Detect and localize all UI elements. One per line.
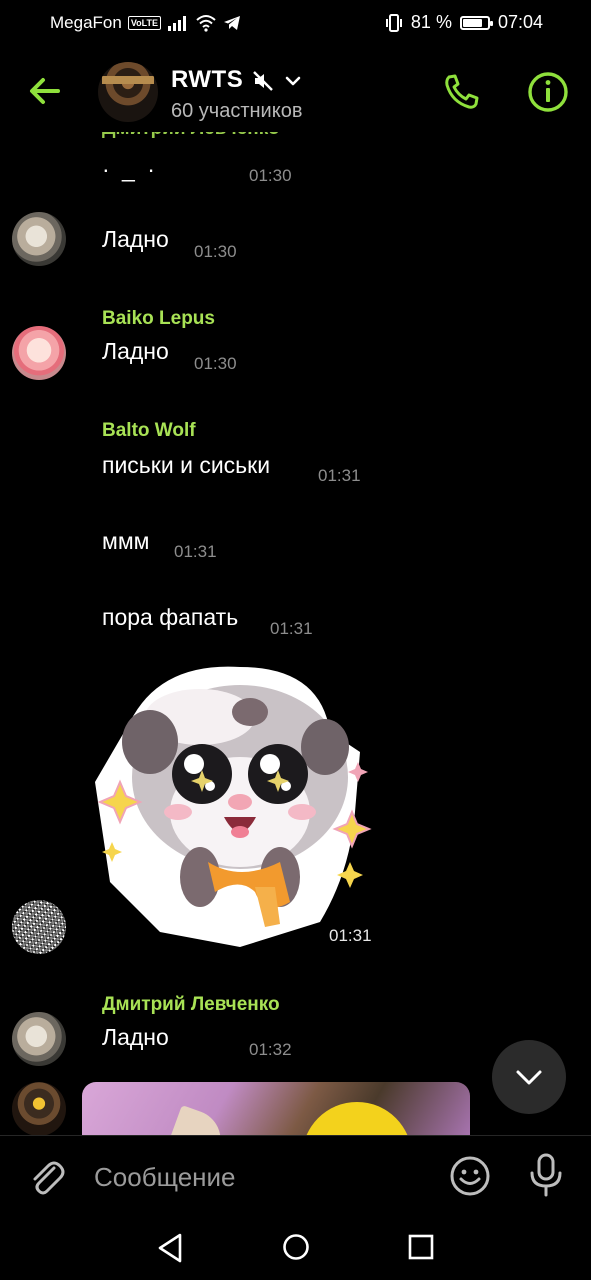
message-text: Ладно (102, 338, 169, 364)
sender-name[interactable]: Дмитрий Левченко (102, 132, 280, 140)
message-time: 01:30 (194, 354, 237, 373)
system-nav-bar (0, 1217, 591, 1280)
avatar[interactable] (12, 1012, 66, 1066)
volte-badge: VoLTE (127, 16, 161, 30)
message-time: 01:30 (194, 242, 237, 261)
message-time: 01:31 (270, 619, 313, 638)
message-time: 01:31 (318, 466, 361, 485)
message-time: 01:32 (249, 1040, 292, 1059)
ferret-sticker[interactable] (90, 662, 380, 952)
message-time: 01:31 (174, 542, 217, 561)
scroll-down-button[interactable] (492, 1040, 566, 1114)
message-time: 01:30 (249, 166, 292, 185)
message-list[interactable]: Дмитрий Левченко · _ · 01:30 Ладно 01:30… (0, 132, 591, 1135)
clock: 07:04 (497, 12, 543, 32)
composer (0, 1135, 591, 1217)
chevron-down-icon (516, 1070, 542, 1085)
avatar[interactable] (12, 1082, 66, 1135)
battery-icon (459, 15, 493, 30)
message-text: письки и сиськи (102, 452, 271, 478)
avatar[interactable] (12, 900, 66, 954)
avatar[interactable] (12, 212, 66, 266)
signal-icon (168, 16, 186, 31)
chat-title[interactable]: RWTS (171, 66, 243, 94)
nav-home-icon[interactable] (282, 1233, 310, 1261)
chevron-down-icon[interactable] (284, 72, 302, 90)
phone-icon[interactable] (440, 70, 484, 114)
carrier-label: MegaFon (50, 13, 122, 32)
message-input[interactable] (94, 1156, 424, 1198)
mute-icon (253, 71, 273, 91)
wifi-icon (196, 15, 216, 32)
message-text: · _ · (102, 156, 158, 182)
status-bar: MegaFon VoLTE 81 % 07:04 (0, 0, 591, 44)
photo-message[interactable] (82, 1082, 470, 1135)
nav-back-icon[interactable] (156, 1232, 184, 1264)
info-icon[interactable] (526, 70, 570, 114)
chat-header: RWTS 60 участников (0, 52, 591, 132)
sender-name[interactable]: Baiko Lepus (102, 308, 215, 330)
chat-screen: MegaFon VoLTE 81 % 07:04 RWTS 60 участни… (0, 0, 591, 1280)
message-text: Ладно (102, 226, 169, 252)
telegram-icon (224, 16, 240, 30)
microphone-icon[interactable] (524, 1152, 568, 1198)
group-avatar[interactable] (98, 62, 158, 122)
vibrate-icon (385, 13, 402, 32)
message-text: Ладно (102, 1024, 169, 1050)
message-text: пора фапать (102, 604, 239, 630)
paperclip-icon[interactable] (24, 1154, 68, 1198)
member-count: 60 участников (171, 100, 303, 122)
nav-recents-icon[interactable] (408, 1234, 434, 1260)
emoji-icon[interactable] (448, 1154, 492, 1198)
avatar[interactable] (12, 326, 66, 380)
battery-percent: 81 % (410, 12, 452, 32)
message-time: 01:31 (329, 926, 372, 945)
sender-name[interactable]: Дмитрий Левченко (102, 994, 280, 1016)
back-arrow-icon[interactable] (22, 68, 68, 114)
message-text: ммм (102, 528, 150, 554)
sender-name[interactable]: Balto Wolf (102, 420, 196, 442)
